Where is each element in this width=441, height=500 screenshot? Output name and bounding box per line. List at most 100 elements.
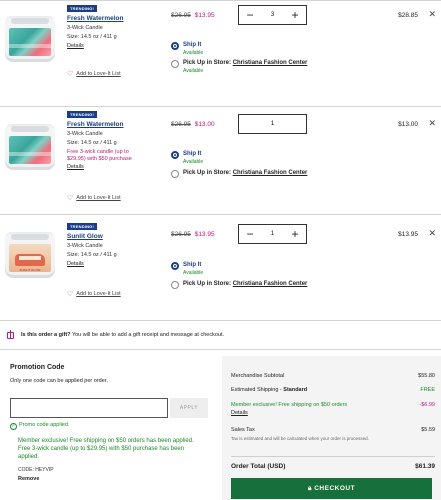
ship-it-label: Ship It [183,262,202,268]
section-divider [0,349,441,350]
product-name[interactable]: Fresh Watermelon [67,15,123,22]
order-total-label: Order Total (USD) [231,463,286,470]
product-image[interactable] [3,118,57,176]
product-name[interactable]: Sunlit Glow [67,233,117,240]
gift-notice: Is this order a gift? You will be able t… [0,330,441,344]
promo-applied-status: ✓ Promo code applied. [10,422,70,430]
trending-badge: TRENDING! [67,111,98,118]
pickup-label: Pick Up in Store: Christiana Fashion Cen… [183,170,308,176]
store-link[interactable]: Christiana Fashion Center [233,170,308,176]
pickup-availability: Available [183,68,204,74]
quantity-input[interactable]: 1 [238,114,307,134]
original-price: $26.95 [171,12,191,19]
details-link[interactable]: Details [67,43,123,49]
plus-icon[interactable]: + [286,225,304,243]
product-type: 3-Wick Candle [67,243,103,249]
product-type: 3-Wick Candle [67,25,103,31]
product-size: Size: 14.5 oz / 411 g [67,140,117,146]
promo-code-section: Promotion Code Only one code can be appl… [10,364,215,482]
remove-promo-link[interactable]: Remove [18,476,39,482]
gift-question: Is this order a gift? [21,332,71,338]
product-size: Size: 14.5 oz / 411 g [67,252,117,258]
product-image[interactable] [3,10,57,68]
store-link[interactable]: Christiana Fashion Center [233,281,308,287]
details-link[interactable]: Details [231,410,248,416]
line-total: $13.00 [398,121,418,128]
gift-text: You will be able to add a gift receipt a… [71,332,225,338]
member-discount-label: Member exclusive! Free shipping on $50 o… [231,402,348,408]
item-divider [0,320,441,321]
quantity-value[interactable]: 1 [239,115,306,133]
product-image[interactable]: SUNLIT GLOW [3,226,57,284]
tax-label: Sales Tax [231,427,255,433]
radio-selected[interactable] [171,42,179,50]
pickup-label: Pick Up in Store: Christiana Fashion Cen… [183,281,308,287]
add-to-love-it-list[interactable]: ♡ Add to Love-It List [67,290,121,298]
heart-icon: ♡ [67,291,74,298]
original-price: $26.95 [171,121,191,128]
details-link[interactable]: Details [67,164,147,170]
heart-icon: ♡ [67,71,74,78]
quantity-stepper[interactable]: − 3 + [238,5,307,25]
ship-availability: Available [183,159,204,165]
checkout-button[interactable]: 🔒︎ CHECKOUT [231,478,432,499]
add-to-love-it-list[interactable]: ♡ Add to Love-It List [67,194,121,202]
ship-availability: Available [183,270,204,276]
store-link[interactable]: Christiana Fashion Center [233,60,308,66]
promo-subtitle: Only one code can be applied per order. [10,378,108,384]
pickup-label: Pick Up in Store: Christiana Fashion Cen… [183,60,308,66]
promo-code-input[interactable] [10,398,168,418]
order-total-value: $61.39 [415,463,435,470]
gift-icon [7,330,14,339]
item-promo-text: Free 3-wick candle (up to $29.95) with $… [67,149,132,162]
check-icon: ✓ [10,423,17,430]
radio-selected[interactable] [171,151,179,159]
product-name[interactable]: Fresh Watermelon [67,121,147,128]
ship-it-label: Ship It [183,42,202,48]
trending-badge: TRENDING! [67,223,98,230]
line-total: $13.95 [398,231,418,238]
member-discount-value: -$6.99 [419,402,435,408]
quantity-stepper[interactable]: − 1 + [238,224,307,244]
plus-icon[interactable]: + [286,6,304,24]
promo-title: Promotion Code [10,364,65,371]
line-total: $28.85 [398,12,418,19]
item-price: $26.95 $13.00 [171,121,215,128]
item-price: $26.95 $13.95 [171,12,215,19]
ship-it-label: Ship It [183,151,202,157]
cart-item: SUNLIT GLOW TRENDING! Sunlit Glow 3-Wick… [0,214,441,314]
product-size: Size: 14.5 oz / 411 g [67,34,117,40]
close-icon[interactable]: ✕ [428,118,436,129]
radio-selected[interactable] [171,262,179,270]
radio-unselected[interactable] [171,60,179,68]
sale-price: $13.95 [194,231,215,238]
applied-code: CODE: HEYVIP [18,467,54,473]
shipping-label: Estimated Shipping - [231,387,284,393]
cart-item: TRENDING! Fresh Watermelon 3-Wick Candle… [0,0,441,100]
jar-label-text: SUNLIT GLOW [19,268,41,272]
subtotal-label: Merchandise Subtotal [231,373,285,379]
add-to-love-it-list[interactable]: ♡ Add to Love-It List [67,70,121,78]
heart-icon: ♡ [67,195,74,202]
promo-message: Free 3-wick candle (up to $29.95) with $… [18,446,185,460]
apply-button[interactable]: APPLY [170,398,208,418]
sale-price: $13.95 [194,12,215,19]
tax-value: $5.59 [421,427,435,433]
radio-unselected[interactable] [171,281,179,289]
close-icon[interactable]: ✕ [428,228,436,239]
original-price: $26.95 [171,231,191,238]
trending-badge: TRENDING! [67,5,98,12]
close-icon[interactable]: ✕ [428,9,436,20]
promo-messages: Member exclusive! Free shipping on $50 o… [18,437,198,461]
product-type: 3-Wick Candle [67,131,103,137]
shipping-value: FREE [420,387,435,393]
subtotal-value: $55.80 [418,373,435,379]
shipping-method: Standard [283,387,308,393]
order-summary: Merchandise Subtotal $55.80 Estimated Sh… [222,356,441,500]
item-price: $26.95 $13.95 [171,231,215,238]
details-link[interactable]: Details [67,261,117,267]
sale-price: $13.00 [194,121,215,128]
tax-note: Tax is estimated and will be calculated … [231,436,369,441]
promo-message: Member exclusive! Free shipping on $50 o… [18,438,194,444]
radio-unselected[interactable] [171,170,179,178]
